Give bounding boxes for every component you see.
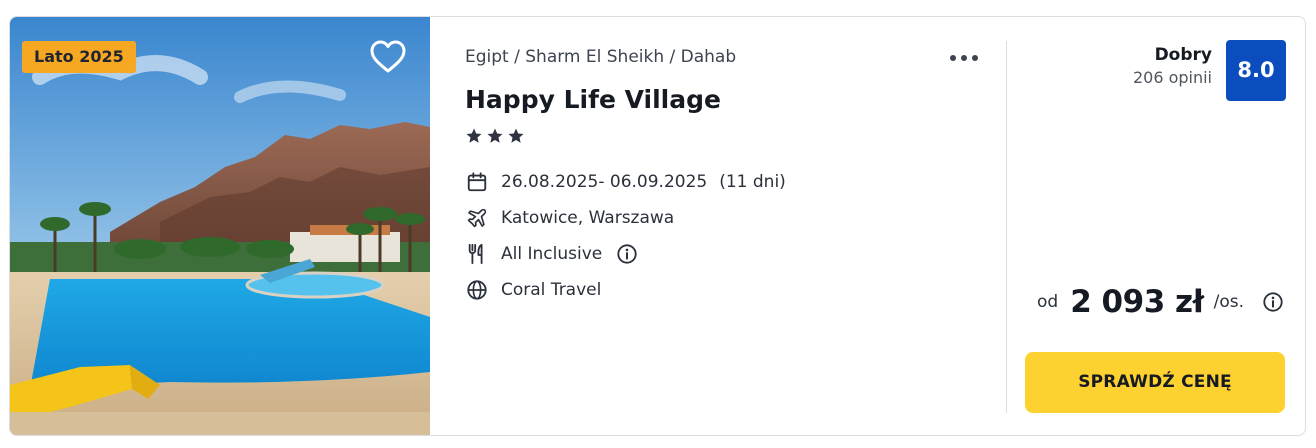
calendar-icon <box>465 170 489 194</box>
check-price-button[interactable]: SPRAWDŹ CENĘ <box>1025 352 1285 413</box>
resort-pool-image <box>10 17 430 435</box>
location-breadcrumb[interactable]: Egipt / Sharm El Sheikh / Dahab <box>465 47 736 67</box>
price-value: 2 093 zł <box>1070 284 1204 320</box>
hotel-name[interactable]: Happy Life Village <box>465 85 721 114</box>
feature-dates: 26.08.2025- 06.09.2025 (11 dni) <box>465 169 786 195</box>
price-prefix: od <box>1036 292 1059 312</box>
rating-count: 206 opinii <box>1132 68 1212 87</box>
feature-board: All Inclusive <box>465 241 638 267</box>
info-icon[interactable] <box>616 243 638 265</box>
feature-operator: Coral Travel <box>465 277 601 303</box>
star-icon <box>487 128 503 143</box>
offer-card[interactable]: Lato 2025 Egipt / Sharm El Sheikh / Daha… <box>9 16 1306 436</box>
rating-label: Dobry <box>1154 45 1212 65</box>
favorite-button[interactable] <box>369 39 407 75</box>
rating-summary[interactable]: Dobry 206 opinii <box>1133 45 1212 87</box>
offer-details: Egipt / Sharm El Sheikh / Dahab Happy Li… <box>465 17 985 435</box>
plane-icon <box>465 206 489 230</box>
cutlery-icon <box>465 242 489 266</box>
price-unit: /os. <box>1213 292 1244 312</box>
heart-icon <box>370 40 406 73</box>
globe-icon <box>465 278 489 302</box>
duration-text: (11 dni) <box>719 172 786 192</box>
more-dots-icon <box>950 55 978 61</box>
dates-text: 26.08.2025- 06.09.2025 <box>501 172 708 192</box>
departure-text: Katowice, Warszawa <box>501 208 675 228</box>
season-badge: Lato 2025 <box>22 41 136 73</box>
feature-departure: Katowice, Warszawa <box>465 205 674 231</box>
star-icon <box>508 128 524 143</box>
column-divider <box>1006 41 1007 413</box>
board-text: All Inclusive <box>501 244 603 264</box>
price-block: od 2 093 zł /os. <box>1037 284 1284 320</box>
more-options-button[interactable] <box>948 47 980 69</box>
star-icon <box>466 128 482 143</box>
rating-score-badge: 8.0 <box>1226 40 1286 101</box>
info-icon[interactable] <box>1262 291 1284 313</box>
hotel-stars <box>465 127 525 145</box>
hotel-photo[interactable]: Lato 2025 <box>10 17 430 435</box>
operator-text: Coral Travel <box>501 280 602 300</box>
